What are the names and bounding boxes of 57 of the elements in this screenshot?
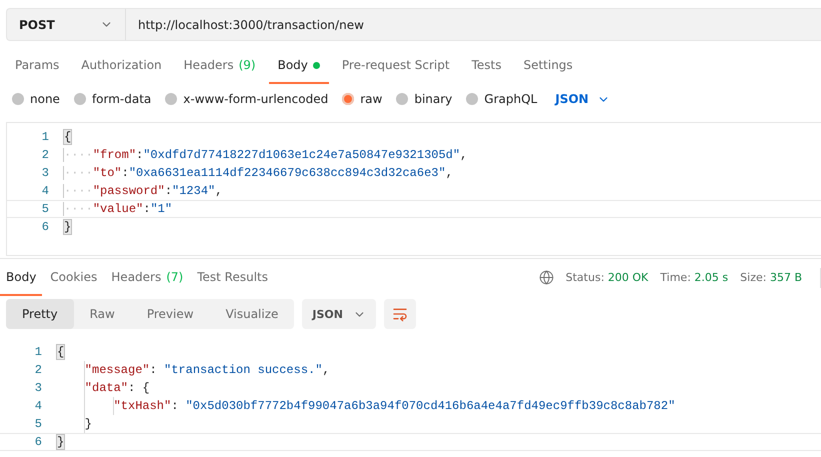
response-tab[interactable]: Body bbox=[0, 259, 42, 296]
request-tab[interactable]: Params bbox=[6, 48, 68, 84]
line-number: 6 bbox=[34, 435, 43, 449]
code-line: "txHash": "0x5d030bf7772b4f99047a6b3a94f070cd416b6a4e4a7fd49ec9ffb39c8c8ab782" bbox=[114, 399, 676, 413]
line-number: 2 bbox=[34, 363, 43, 377]
code-line: ····"password":"1234", bbox=[63, 184, 222, 198]
wrap-button[interactable] bbox=[384, 299, 416, 329]
status-item: Size: 357 B bbox=[740, 271, 802, 284]
status-item: Time: 2.05 s bbox=[660, 271, 728, 284]
code-line: } bbox=[63, 220, 72, 234]
url-field[interactable]: http://localhost:3000/transaction/new bbox=[126, 8, 821, 41]
code-line: "data": { bbox=[84, 381, 150, 395]
view-mode-tab[interactable]: Raw bbox=[74, 299, 131, 329]
code-line: ····"to":"0xa6631ea1114df22346679c638cc894c3d32ca6e3", bbox=[63, 166, 453, 180]
view-mode-tab[interactable]: Preview bbox=[130, 299, 210, 329]
line-number: 2 bbox=[40, 148, 50, 162]
status-item: Status: 200 OK bbox=[566, 271, 648, 284]
code-line: } bbox=[84, 417, 92, 431]
format-dropdown[interactable]: JSON bbox=[551, 92, 610, 106]
line-number: 4 bbox=[34, 399, 43, 413]
body-type-radio[interactable]: none bbox=[12, 92, 60, 106]
request-editor[interactable]: 1 { 2 ····"from":"0xdfd7d77418227d1063e1c24e7a50847e9321305d", 3 ····"to":"0xa6631ea1114df22346679c638cc894c3d32ca6e3", 4 ····"password":"1234", 5 ····"value":"1" 6 } bbox=[6, 122, 821, 256]
body-type-radio[interactable]: raw bbox=[342, 92, 382, 106]
code-line: ····"value":"1" bbox=[63, 202, 172, 216]
line-number: 4 bbox=[40, 184, 50, 198]
body-type-radio[interactable]: x-www-form-urlencoded bbox=[165, 92, 328, 106]
globe-icon[interactable] bbox=[538, 270, 554, 285]
body-type-radio[interactable]: form-data bbox=[74, 92, 152, 106]
line-number: 1 bbox=[40, 130, 50, 144]
line-number: 1 bbox=[34, 345, 43, 359]
line-number: 6 bbox=[40, 220, 50, 234]
view-mode-tab[interactable]: Visualize bbox=[210, 299, 294, 329]
request-tab[interactable]: Body bbox=[268, 48, 329, 84]
code-line: } bbox=[56, 435, 64, 449]
code-line: { bbox=[63, 130, 72, 144]
code-line: { bbox=[56, 345, 64, 359]
response-tab[interactable]: Headers (7) bbox=[105, 259, 190, 296]
response-format-dropdown[interactable]: JSON bbox=[302, 299, 376, 329]
line-number: 5 bbox=[40, 202, 50, 216]
method-dropdown[interactable]: POST bbox=[6, 8, 126, 41]
code-line: "message": "transaction success.", bbox=[84, 363, 330, 377]
line-number: 5 bbox=[34, 417, 43, 431]
view-mode-tab[interactable]: Pretty bbox=[6, 299, 74, 329]
line-number: 3 bbox=[40, 166, 50, 180]
line-number: 3 bbox=[34, 381, 43, 395]
request-tab[interactable]: Tests bbox=[462, 48, 510, 84]
response-tab[interactable]: Cookies bbox=[44, 259, 104, 296]
body-type-radio[interactable]: GraphQL bbox=[466, 92, 538, 106]
body-type-radio[interactable]: binary bbox=[396, 92, 452, 106]
request-tab[interactable]: Authorization bbox=[72, 48, 171, 84]
response-tab[interactable]: Test Results bbox=[191, 259, 274, 296]
request-tab[interactable]: Pre-request Script bbox=[332, 48, 459, 84]
response-viewer[interactable]: 1 { 2 "message": "transaction success.", 3 "data": { 4 "txHash": "0x5d030bf7772b4f99047a6b3a94f070cd416b6a4e4a7fd49ec9ffb39c8c8ab782" 5 } 6 } bbox=[0, 338, 821, 451]
request-tab[interactable]: Headers (9) bbox=[174, 48, 265, 84]
wrap-text-icon bbox=[392, 306, 408, 322]
code-line: ····"from":"0xdfd7d77418227d1063e1c24e7a50847e9321305d", bbox=[63, 148, 468, 162]
request-tab[interactable]: Settings bbox=[514, 48, 582, 84]
